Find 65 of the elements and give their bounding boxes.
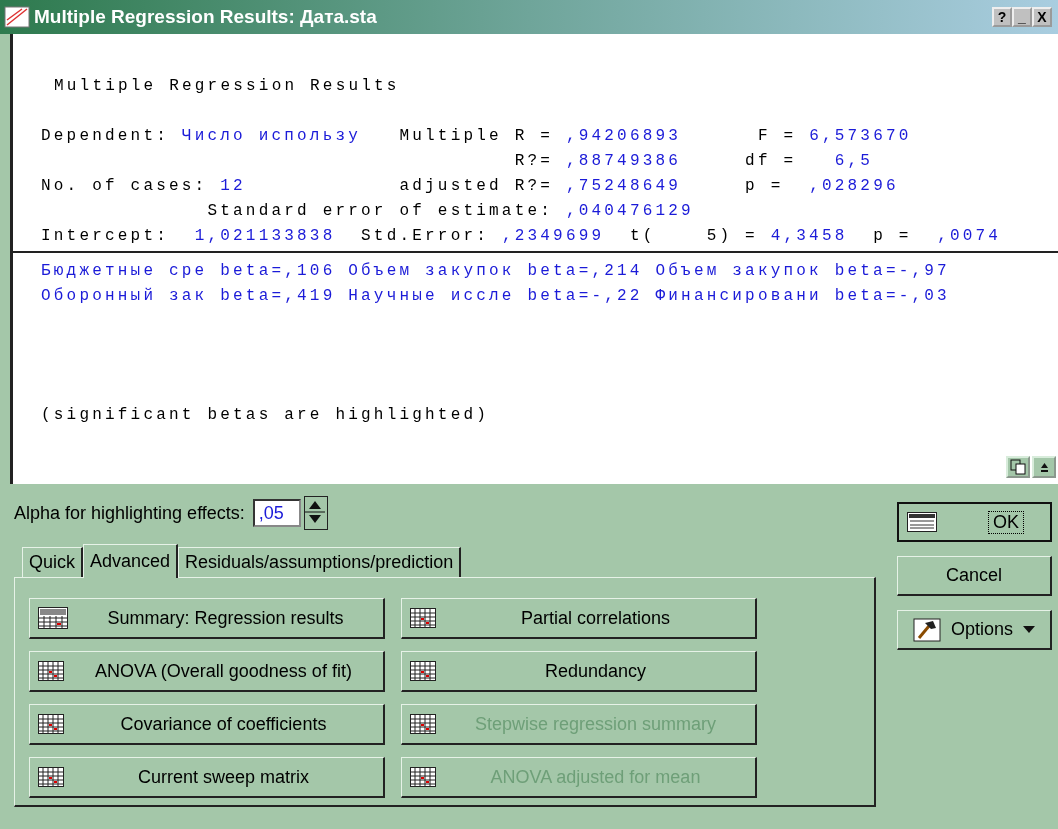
statistic-value: ,028296 xyxy=(809,177,899,195)
options-button[interactable]: Options xyxy=(897,610,1052,650)
tab[interactable]: Advanced xyxy=(83,544,179,578)
up-arrow-icon xyxy=(1039,462,1049,472)
summary-table-icon xyxy=(38,607,68,629)
ok-button[interactable]: OK xyxy=(897,502,1052,542)
minimize-button[interactable]: _ xyxy=(1012,7,1032,27)
table-icon xyxy=(410,608,436,628)
hammer-icon xyxy=(912,617,941,642)
table-icon xyxy=(38,714,64,734)
analysis-button[interactable]: Current sweep matrix xyxy=(29,757,385,798)
table-icon xyxy=(410,661,436,681)
alpha-input-field[interactable]: ,05 xyxy=(252,499,301,527)
analysis-button[interactable]: Covariance of coefficients xyxy=(29,704,385,745)
window-title: Multiple Regression Results: Дата.sta xyxy=(34,6,378,28)
statistic-label: df = xyxy=(744,152,798,170)
table-icon xyxy=(410,767,436,787)
statistic-label: adjusted R?= xyxy=(398,177,555,195)
statistic-value: ,94206893 xyxy=(565,127,682,145)
app-icon xyxy=(4,6,30,28)
help-button[interactable]: ? xyxy=(992,7,1012,27)
analysis-button[interactable]: Summary: Regression results xyxy=(29,598,385,639)
alpha-label: Alpha for highlighting effects: xyxy=(14,502,245,524)
cancel-button[interactable]: Cancel xyxy=(897,556,1052,596)
statistic-label: Standard error of estimate: xyxy=(206,202,555,220)
table-icon xyxy=(38,767,64,787)
spin-button[interactable] xyxy=(303,496,328,530)
statistic-label: p = xyxy=(872,227,913,245)
statistic-label: Std.Error: xyxy=(360,227,491,245)
dropdown-caret-icon xyxy=(1023,625,1035,634)
statistic-label: t( 5) = xyxy=(628,227,759,245)
statistic-label: Dependent: xyxy=(41,127,170,145)
report-heading: Multiple Regression Results xyxy=(54,76,401,97)
statistic-value: 1,021133838 xyxy=(194,227,336,245)
copy-icon xyxy=(1010,459,1026,475)
statistic-value: ,0074 xyxy=(937,227,1002,245)
statistic-value: 12 xyxy=(220,177,246,195)
statistic-label: p = xyxy=(744,177,785,195)
beta-line: Оборонный зак beta=,419 Научные иссле beta=-,22 Финансировани beta=-,03 xyxy=(41,286,951,307)
table-icon xyxy=(38,661,64,681)
statistic-value: ,040476129 xyxy=(565,202,694,220)
statistic-label: F = xyxy=(756,127,798,145)
analysis-button[interactable]: ANOVA (Overall goodness of fit) xyxy=(29,651,385,692)
analysis-button[interactable]: Partial correlations xyxy=(401,598,757,639)
beta-line: Бюджетные сре beta=,106 Объем закупок beta=,214 Объем закупок beta=-,97 xyxy=(41,261,951,282)
report-footnote: (significant betas are highlighted) xyxy=(41,405,491,426)
statistic-label: Multiple R = xyxy=(398,127,555,145)
statistic-value: Число использу xyxy=(181,127,362,145)
table-icon xyxy=(410,714,436,734)
copy-button[interactable] xyxy=(1006,456,1030,478)
scroll-up-button[interactable] xyxy=(1032,456,1056,478)
table-icon xyxy=(907,512,937,532)
statistic-label: No. of cases: xyxy=(41,177,209,195)
analysis-button[interactable]: Redundancy xyxy=(401,651,757,692)
statistic-value: 4,3458 xyxy=(770,227,848,245)
close-button[interactable]: X xyxy=(1032,7,1052,27)
statistic-value: 6,5 xyxy=(834,152,874,170)
statistic-label: Intercept: xyxy=(41,227,170,245)
statistic-label: R?= xyxy=(513,152,555,170)
statistic-value: ,88749386 xyxy=(565,152,682,170)
statistic-value: 6,573670 xyxy=(809,127,912,145)
tab[interactable]: Residuals/assumptions/prediction xyxy=(178,547,462,577)
tab[interactable]: Quick xyxy=(22,547,83,577)
statistic-value: ,2349699 xyxy=(501,227,605,245)
statistic-value: ,75248649 xyxy=(565,177,682,195)
